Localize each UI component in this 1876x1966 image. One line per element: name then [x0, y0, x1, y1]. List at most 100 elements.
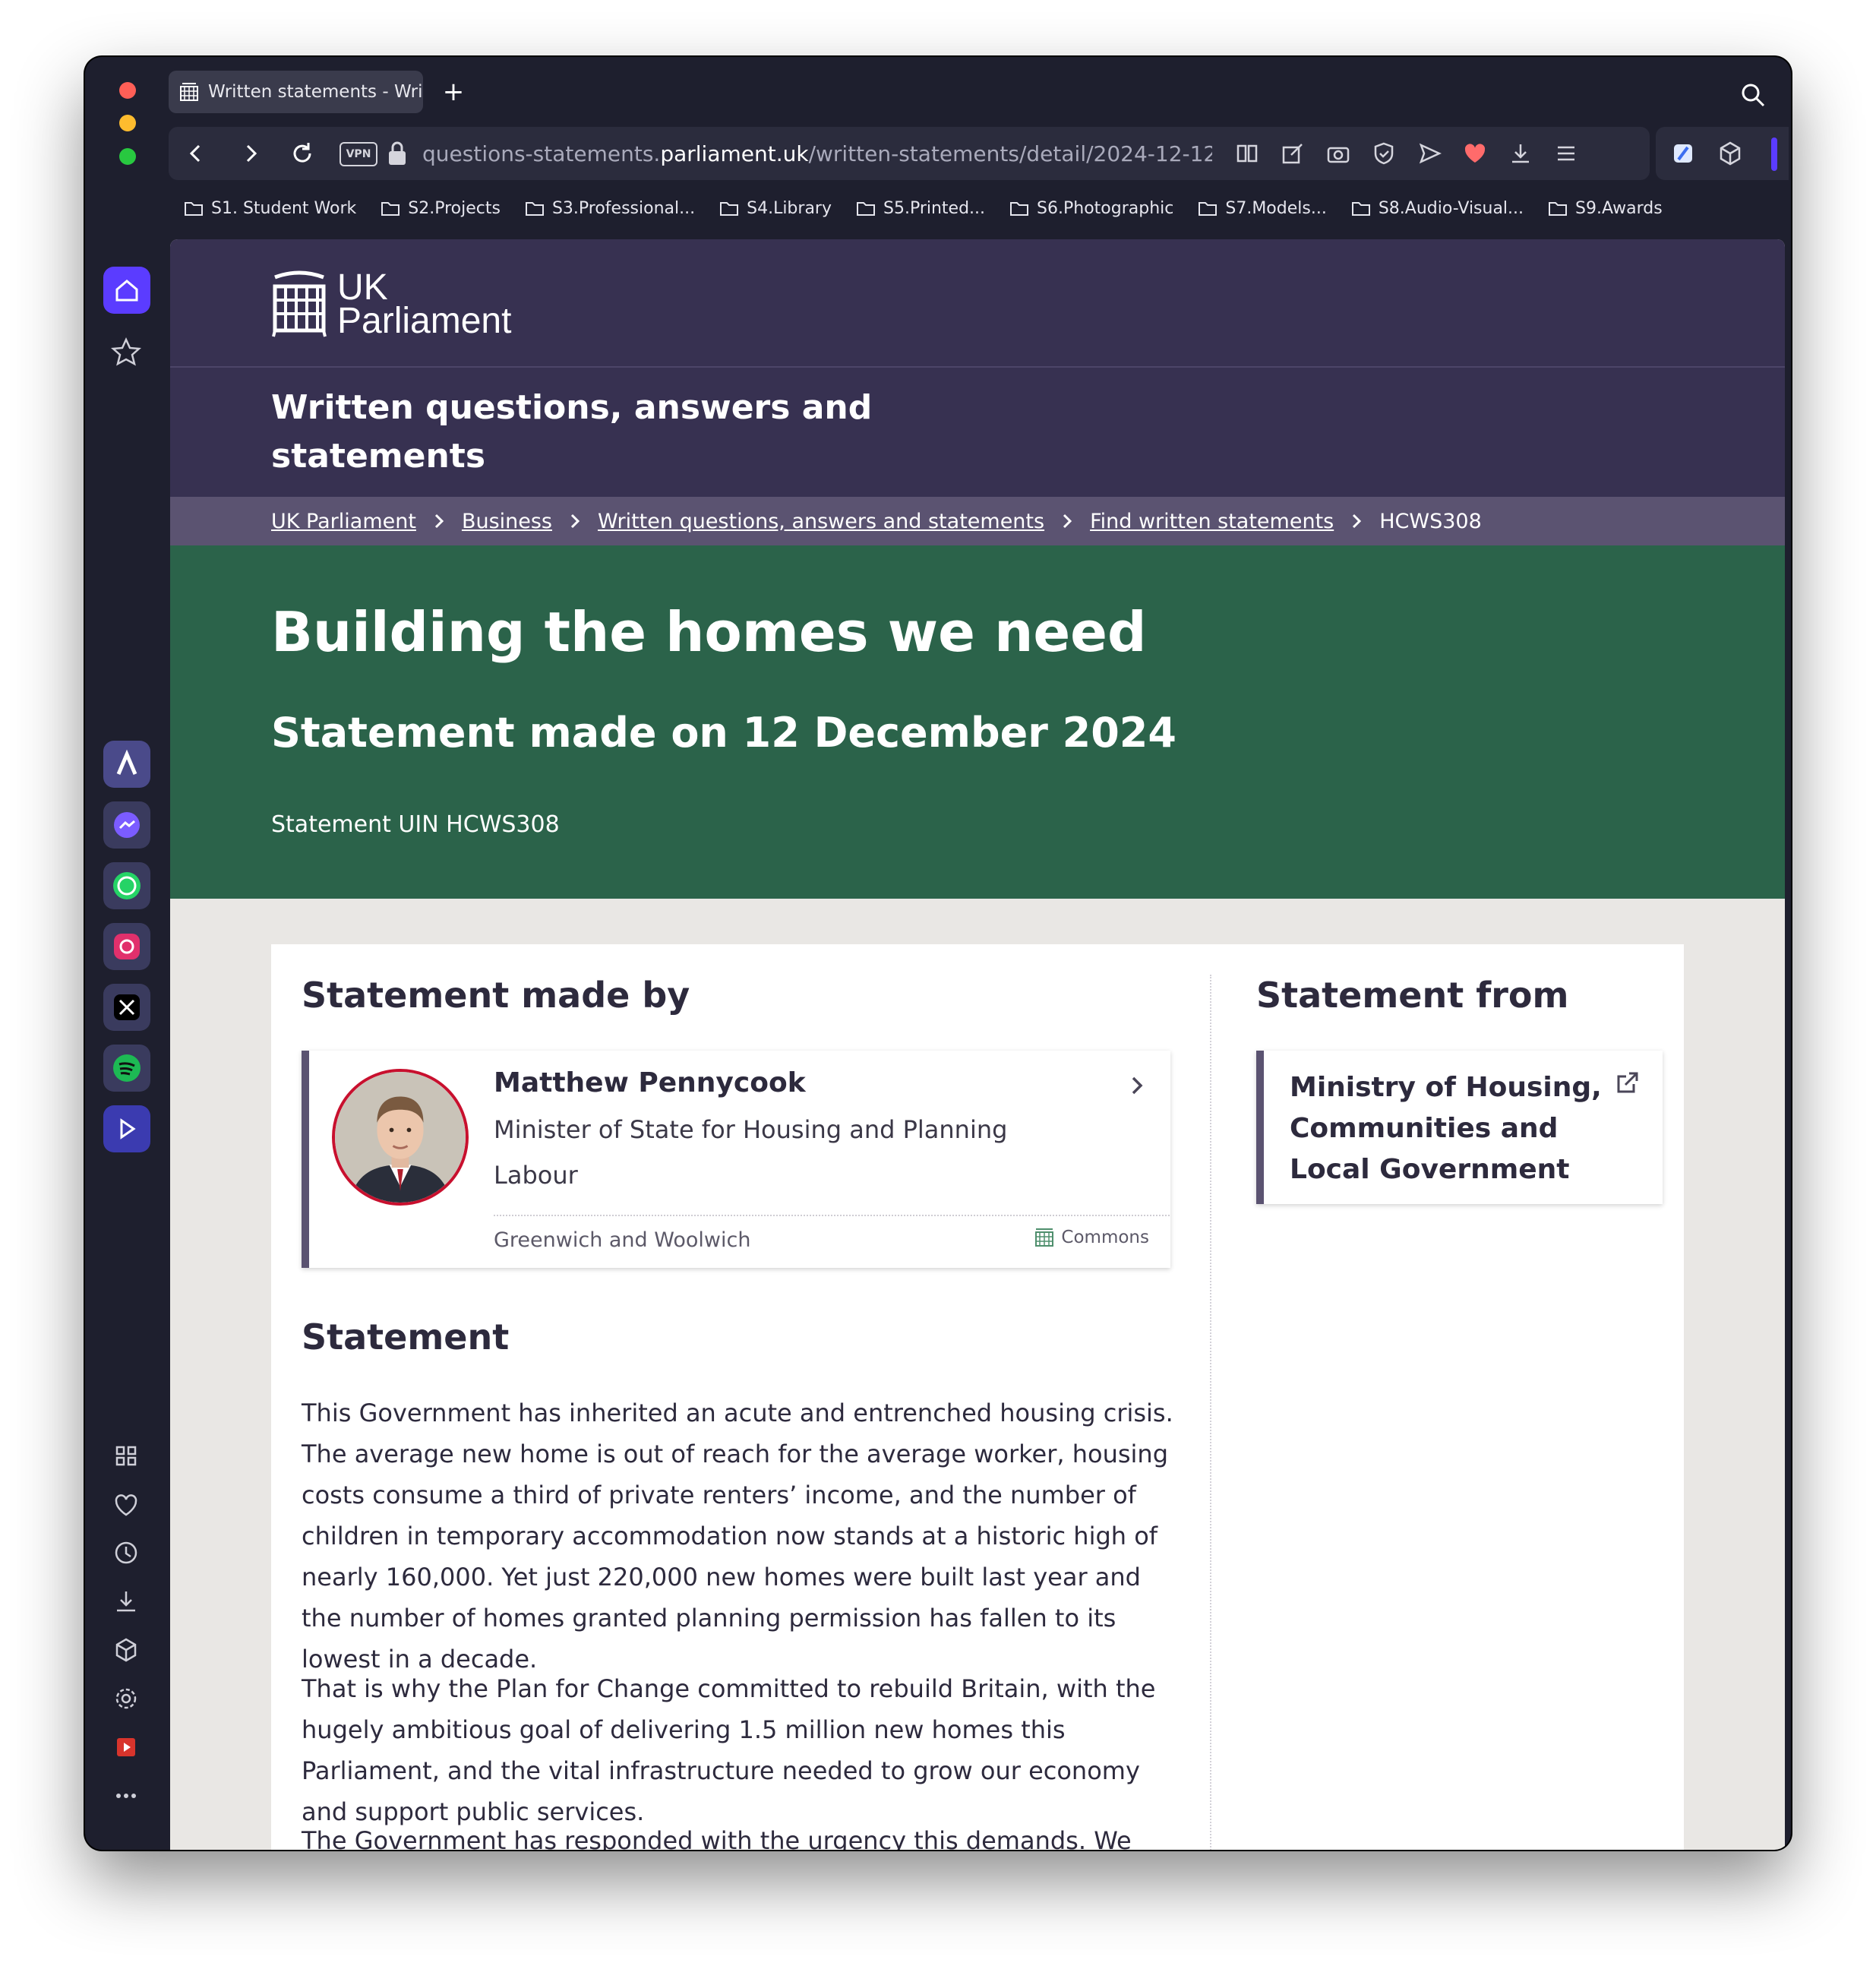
- statement-hero: Building the homes we need Statement mad…: [170, 545, 1785, 899]
- back-icon[interactable]: [181, 138, 211, 169]
- bookmark-folder[interactable]: S8.Audio-Visual...: [1351, 199, 1524, 218]
- video-icon[interactable]: [106, 1727, 146, 1767]
- external-link-icon[interactable]: [1614, 1070, 1640, 1096]
- player-app-icon[interactable]: [103, 1105, 150, 1152]
- browser-sidebar: [85, 239, 166, 1850]
- member-name[interactable]: Matthew Pennycook: [494, 1067, 806, 1098]
- grid-icon[interactable]: [106, 1436, 146, 1475]
- x-app-icon[interactable]: [103, 984, 150, 1031]
- settings-icon[interactable]: [106, 1679, 146, 1718]
- download-icon[interactable]: [1505, 138, 1536, 169]
- department-card[interactable]: Ministry of Housing, Communities and Loc…: [1256, 1051, 1663, 1204]
- more-icon[interactable]: [106, 1776, 146, 1816]
- bookmark-label: S8.Audio-Visual...: [1378, 198, 1524, 218]
- home-icon: [115, 280, 138, 302]
- zoom-window-button[interactable]: [119, 148, 136, 165]
- breadcrumb-link[interactable]: Find written statements: [1090, 510, 1334, 533]
- page-title: Building the homes we need: [271, 600, 1147, 664]
- statement-paragraph: This Government has inherited an acute a…: [302, 1399, 1173, 1674]
- bookmark-label: S1. Student Work: [211, 198, 357, 218]
- member-party: Labour: [494, 1161, 578, 1190]
- statement-made-by-heading: Statement made by: [302, 975, 690, 1016]
- breadcrumb-link[interactable]: Written questions, answers and statement…: [598, 510, 1044, 533]
- breadcrumb: UK Parliament Business Written questions…: [170, 497, 1785, 545]
- member-card[interactable]: Matthew Pennycook Minister of State for …: [302, 1051, 1170, 1268]
- new-tab-button[interactable]: +: [438, 77, 469, 107]
- site-title[interactable]: Written questions, answers and statement…: [271, 384, 879, 481]
- downloads-icon[interactable]: [106, 1582, 146, 1621]
- url-prefix: questions-statements.: [422, 141, 661, 166]
- heart-icon[interactable]: [1460, 138, 1490, 169]
- breadcrumb-link[interactable]: Business: [462, 510, 552, 533]
- vpn-badge[interactable]: VPN: [340, 142, 377, 166]
- reader-icon[interactable]: [1232, 138, 1262, 169]
- chevron-right-icon: [1353, 514, 1362, 529]
- search-icon[interactable]: [1738, 80, 1768, 110]
- browser-tab[interactable]: Written statements - Written: [169, 71, 423, 113]
- breadcrumb-link[interactable]: UK Parliament: [271, 510, 416, 533]
- site-logo-text[interactable]: UK Parliament: [337, 267, 512, 341]
- masthead-divider: [170, 366, 1785, 368]
- logo-line-2: Parliament: [337, 301, 512, 341]
- extension-icon[interactable]: [1668, 138, 1698, 169]
- url-text[interactable]: questions-statements.parliament.uk/writt…: [422, 139, 1212, 169]
- bookmark-folder[interactable]: S2.Projects: [381, 199, 501, 218]
- bookmark-folder[interactable]: S3.Professional...: [525, 199, 695, 218]
- send-icon[interactable]: [1414, 138, 1445, 169]
- member-card-divider: [494, 1215, 1170, 1216]
- bookmark-label: S4.Library: [747, 198, 832, 218]
- member-avatar: [332, 1069, 469, 1206]
- folder-icon: [857, 202, 875, 216]
- statement-date: Statement made on 12 December 2024: [271, 709, 1176, 757]
- bookmark-folder[interactable]: S9.Awards: [1548, 199, 1663, 218]
- sidebar-toggle[interactable]: [1771, 137, 1777, 171]
- close-window-button[interactable]: [119, 82, 136, 99]
- bookmark-label: S7.Models...: [1225, 198, 1327, 218]
- statement-paragraph: The Government has responded with the ur…: [302, 1826, 1132, 1850]
- address-bar[interactable]: VPN questions-statements.parliament.uk/w…: [169, 127, 1710, 180]
- bookmark-folder[interactable]: S4.Library: [719, 199, 832, 218]
- chevron-right-icon[interactable]: [1125, 1073, 1149, 1098]
- logo-line-1: UK: [337, 267, 388, 308]
- web-page: UK Parliament Written questions, answers…: [170, 239, 1785, 1850]
- edit-icon[interactable]: [1278, 138, 1308, 169]
- bookmark-folder[interactable]: S7.Models...: [1198, 198, 1327, 218]
- instagram-app-icon[interactable]: [103, 923, 150, 970]
- heart-outline-icon[interactable]: [106, 1484, 146, 1524]
- camera-icon[interactable]: [1323, 138, 1353, 169]
- forward-icon[interactable]: [235, 138, 266, 169]
- member-house: Commons: [1034, 1227, 1149, 1248]
- bookmark-folder[interactable]: S6.Photographic: [1009, 199, 1173, 218]
- lock-icon[interactable]: [384, 139, 410, 168]
- spotify-app-icon[interactable]: [103, 1045, 150, 1092]
- home-button[interactable]: [103, 267, 150, 314]
- menu-icon[interactable]: [1551, 138, 1581, 169]
- shield-icon[interactable]: [1369, 138, 1399, 169]
- commons-portcullis-icon: [1035, 1228, 1054, 1247]
- minimize-window-button[interactable]: [119, 115, 136, 131]
- box-icon[interactable]: [106, 1630, 146, 1670]
- folder-icon: [381, 202, 400, 216]
- tab-title: Written statements - Written: [208, 82, 423, 102]
- breadcrumb-current: HCWS308: [1379, 509, 1482, 533]
- reload-icon[interactable]: [287, 138, 317, 169]
- site-masthead: UK Parliament Written questions, answers…: [170, 239, 1785, 497]
- bookmark-label: S2.Projects: [408, 198, 501, 218]
- history-icon[interactable]: [106, 1533, 146, 1572]
- chevron-right-icon: [570, 514, 580, 529]
- folder-icon: [1351, 202, 1370, 216]
- statement-from-heading: Statement from: [1256, 975, 1569, 1016]
- bookmark-folder[interactable]: S5.Printed...: [856, 199, 985, 218]
- folder-icon: [525, 202, 544, 216]
- cube-icon[interactable]: [1715, 138, 1745, 169]
- star-icon[interactable]: [106, 332, 146, 371]
- messenger-app-icon[interactable]: [103, 801, 150, 849]
- folder-icon: [185, 202, 203, 216]
- department-name[interactable]: Ministry of Housing, Communities and Loc…: [1290, 1067, 1609, 1190]
- statement-heading: Statement: [302, 1316, 510, 1358]
- aria-app-icon[interactable]: [103, 741, 150, 788]
- whatsapp-app-icon[interactable]: [103, 862, 150, 909]
- bookmark-folder[interactable]: S1. Student Work: [184, 199, 356, 218]
- content-card: Statement made by Matthew Pennycook Mini…: [271, 944, 1684, 1850]
- bookmark-label: S3.Professional...: [551, 198, 696, 218]
